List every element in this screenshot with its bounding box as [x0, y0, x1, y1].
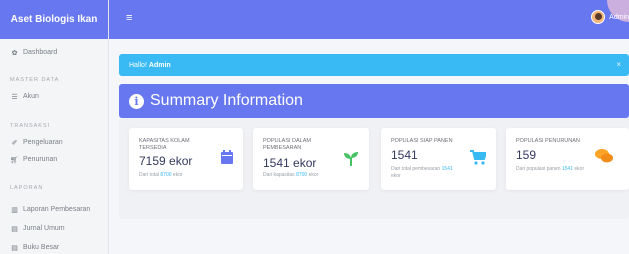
sidebar-section-heading: LAPORAN	[10, 185, 44, 191]
list-icon: ☰	[11, 93, 18, 101]
card-value: 159	[516, 148, 537, 162]
sprout-icon	[344, 152, 358, 166]
alert-greeting: Hallo!	[129, 61, 147, 69]
sidebar-item-jurnal-umum[interactable]: ▤ Jurnal Umum	[10, 224, 65, 233]
sidebar-section-heading: TRANSAKSI	[10, 123, 51, 129]
bar-chart-icon: ▥	[11, 206, 18, 214]
sidebar-item-dashboard[interactable]: ✿ Dashboard	[10, 48, 58, 57]
stat-card-kapasitas: KAPASITAS KOLAM TERSEDIA 7159 ekor Dari …	[129, 128, 243, 190]
sidebar: Aset Biologis Ikan ✿ Dashboard MASTER DA…	[0, 0, 109, 254]
info-icon: i	[129, 93, 144, 109]
stat-card-siap-panen: POPULASI SIAP PANEN 1541 Dari total pemb…	[381, 128, 496, 190]
card-title: POPULASI DALAM PEMBESARAN	[263, 138, 311, 151]
avatar	[591, 10, 606, 24]
sidebar-item-laporan-pembesaran[interactable]: ▥ Laporan Pembesaran	[10, 205, 90, 214]
stat-card-penurunan: POPULASI PENURUNAN 159 Dari populasi pan…	[506, 128, 629, 190]
hamburger-menu-icon[interactable]: ≡	[126, 12, 132, 24]
sidebar-item-pengeluaran[interactable]: ✐ Pengeluaran	[10, 138, 63, 147]
card-subtext: Dari total 8700 ekor	[139, 172, 183, 178]
sidebar-item-akun[interactable]: ☰ Akun	[10, 92, 39, 101]
card-value: 1541 ekor	[263, 156, 317, 170]
pin-icon: ✐	[11, 139, 18, 147]
sidebar-item-label: Akun	[23, 93, 39, 100]
summary-title: Summary Information	[150, 92, 303, 109]
sidebar-item-label: Laporan Pembesaran	[23, 206, 91, 213]
alert-user-name: Admin	[148, 61, 171, 69]
card-subtext: Dari kapasitas 8700 ekor	[263, 172, 319, 178]
summary-header: i Summary Information	[119, 84, 629, 118]
book-icon: ▤	[11, 244, 18, 252]
card-subtext: Dari total pembesaran 1541 ekor	[391, 166, 453, 179]
palette-icon: ✿	[11, 49, 18, 57]
card-value: 1541	[391, 148, 418, 162]
calendar-icon	[221, 150, 233, 164]
sidebar-item-label: Jurnal Umum	[23, 225, 65, 232]
sidebar-item-buku-besar[interactable]: ▤ Buku Besar	[10, 243, 59, 252]
chat-icon	[595, 149, 613, 163]
stat-card-pembesaran: POPULASI DALAM PEMBESARAN 1541 ekor Dari…	[253, 128, 369, 190]
card-subtext: Dari populasi panen 1541 ekor	[516, 166, 585, 172]
sidebar-item-label: Buku Besar	[23, 244, 60, 251]
book-icon: ▤	[11, 225, 18, 233]
user-name: Admin	[609, 13, 629, 21]
cart-icon: 🛒︎	[10, 156, 19, 164]
card-title: POPULASI PENURUNAN	[516, 138, 580, 144]
welcome-alert: Hallo! Admin ×	[119, 54, 629, 76]
user-menu[interactable]: Admin	[591, 10, 629, 24]
sidebar-section-heading: MASTER DATA	[10, 77, 60, 83]
card-title: POPULASI SIAP PANEN	[391, 138, 453, 144]
sidebar-item-label: Dashboard	[23, 49, 58, 56]
card-value: 7159 ekor	[139, 154, 193, 168]
sidebar-item-label: Penurunan	[23, 156, 58, 163]
cart-icon	[470, 150, 486, 165]
card-title: KAPASITAS KOLAM TERSEDIA	[139, 138, 190, 151]
sidebar-item-label: Pengeluaran	[23, 139, 63, 146]
brand-title[interactable]: Aset Biologis Ikan	[0, 0, 108, 39]
close-icon[interactable]: ×	[616, 60, 621, 69]
sidebar-item-penurunan[interactable]: 🛒︎ Penurunan	[10, 155, 57, 164]
top-navbar: ≡ Admin	[109, 0, 629, 39]
